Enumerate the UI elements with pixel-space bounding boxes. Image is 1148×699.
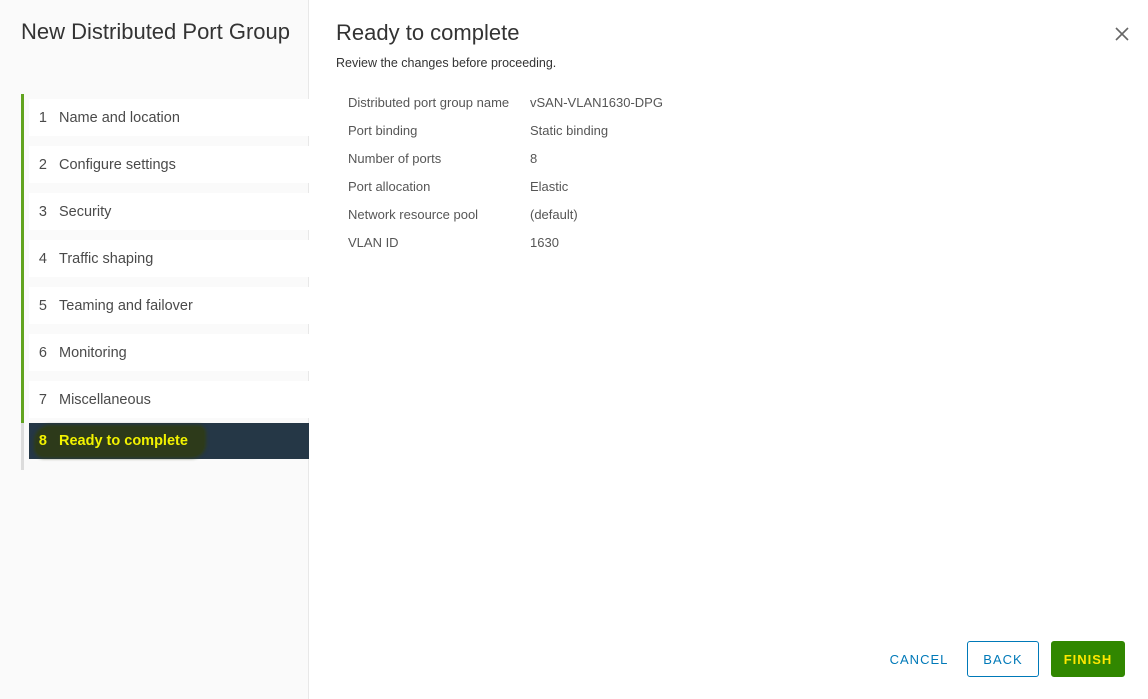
- summary-row: Number of ports 8: [348, 151, 768, 166]
- step-label: Miscellaneous: [59, 391, 151, 408]
- page-subtitle: Review the changes before proceeding.: [336, 56, 557, 70]
- summary-value: 8: [530, 151, 538, 166]
- step-label: Ready to complete: [59, 433, 188, 449]
- summary-key: Port allocation: [348, 179, 431, 194]
- summary-key: Number of ports: [348, 151, 442, 166]
- step-label: Teaming and failover: [59, 297, 193, 314]
- step-name-and-location[interactable]: 1 Name and location: [21, 94, 309, 141]
- step-number: 3: [38, 203, 47, 220]
- summary-key: Distributed port group name: [348, 95, 510, 110]
- summary-key: Network resource pool: [348, 207, 479, 222]
- step-number: 7: [38, 391, 47, 408]
- step-label: Name and location: [59, 109, 180, 126]
- finish-button[interactable]: FINISH: [1051, 641, 1125, 677]
- wizard-title: New Distributed Port Group: [21, 19, 290, 44]
- step-number: 6: [38, 344, 47, 361]
- step-teaming-and-failover[interactable]: 5 Teaming and failover: [21, 282, 309, 329]
- step-label: Traffic shaping: [59, 250, 154, 267]
- step-number: 4: [38, 250, 47, 267]
- wizard-steps: 1 Name and location 2 Configure settings…: [21, 94, 309, 470]
- summary-row: Port binding Static binding: [348, 123, 768, 138]
- summary-value: Static binding: [530, 123, 609, 138]
- step-label: Configure settings: [59, 156, 176, 173]
- summary-value: (default): [530, 207, 578, 222]
- step-miscellaneous[interactable]: 7 Miscellaneous: [21, 376, 309, 423]
- summary-key: Port binding: [348, 123, 418, 138]
- step-number: 2: [38, 156, 47, 173]
- wizard-sidebar: New Distributed Port Group 1 Name and lo…: [0, 0, 309, 699]
- step-label: Security: [59, 203, 112, 220]
- step-number: 5: [38, 297, 47, 314]
- summary-value: 1630: [530, 235, 559, 250]
- step-ready-to-complete[interactable]: 8 Ready to complete: [21, 423, 309, 470]
- back-button[interactable]: BACK: [967, 641, 1039, 677]
- step-traffic-shaping[interactable]: 4 Traffic shaping: [21, 235, 309, 282]
- step-security[interactable]: 3 Security: [21, 188, 309, 235]
- step-configure-settings[interactable]: 2 Configure settings: [21, 141, 309, 188]
- summary-row: Network resource pool (default): [348, 207, 768, 222]
- step-monitoring[interactable]: 6 Monitoring: [21, 329, 309, 376]
- summary-value: Elastic: [530, 179, 569, 194]
- summary-row: VLAN ID 1630: [348, 235, 768, 250]
- summary-row: Distributed port group name vSAN-VLAN163…: [348, 95, 768, 110]
- summary-key: VLAN ID: [348, 235, 399, 250]
- wizard-content: Ready to complete Review the changes bef…: [310, 0, 1148, 699]
- page-title: Ready to complete: [336, 20, 520, 45]
- summary-value: vSAN-VLAN1630-DPG: [530, 95, 663, 110]
- cancel-button[interactable]: CANCEL: [885, 641, 953, 677]
- step-number: 8: [38, 433, 47, 449]
- step-label: Monitoring: [59, 344, 127, 361]
- close-icon[interactable]: [1113, 25, 1131, 43]
- summary-table: Distributed port group name vSAN-VLAN163…: [348, 95, 768, 263]
- step-number: 1: [38, 109, 47, 126]
- summary-row: Port allocation Elastic: [348, 179, 768, 194]
